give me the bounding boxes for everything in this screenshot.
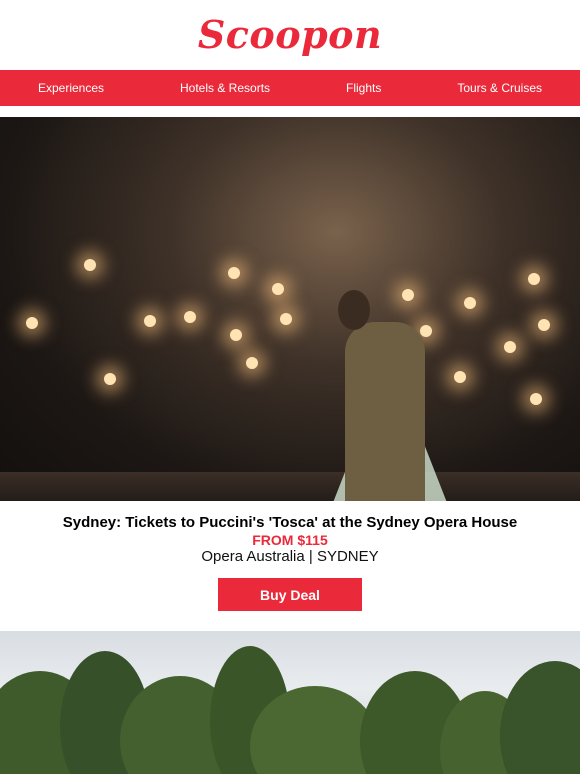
stage-light [228,267,240,279]
nav-item-experiences[interactable]: Experiences [38,81,104,95]
next-deal-image[interactable] [0,631,580,774]
stage-floor [0,472,580,501]
stage-light [104,373,116,385]
buy-deal-button[interactable]: Buy Deal [218,578,362,611]
stage-light [84,259,96,271]
deal-info: Sydney: Tickets to Puccini's 'Tosca' at … [0,514,580,566]
stage-light [504,341,516,353]
nav-item-flights[interactable]: Flights [346,81,381,95]
stage-light [402,289,414,301]
stage-light [184,311,196,323]
nav-item-hotels-resorts[interactable]: Hotels & Resorts [180,81,270,95]
stage-light [464,297,476,309]
deal-title[interactable]: Sydney: Tickets to Puccini's 'Tosca' at … [0,514,580,532]
stage-light [144,315,156,327]
performer-coat [345,322,425,501]
stage-light [26,317,38,329]
tree [500,661,580,774]
nav-item-tours-cruises[interactable]: Tours & Cruises [457,81,542,95]
scoopon-logo[interactable]: Scoopon [0,12,580,57]
stage-light [420,325,432,337]
stage-light [272,283,284,295]
deal-hero-image[interactable] [0,117,580,501]
stage-light [230,329,242,341]
performer-head [338,290,370,330]
stage-light [538,319,550,331]
deal-merchant-location: Opera Australia | SYDNEY [201,548,379,565]
stage-light [280,313,292,325]
stage-light [528,273,540,285]
category-nav: Experiences Hotels & Resorts Flights Tou… [0,70,580,106]
email-header: Scoopon [0,0,580,70]
stage-light [530,393,542,405]
stage-light [246,357,258,369]
deal-price: FROM $115 [252,532,328,548]
